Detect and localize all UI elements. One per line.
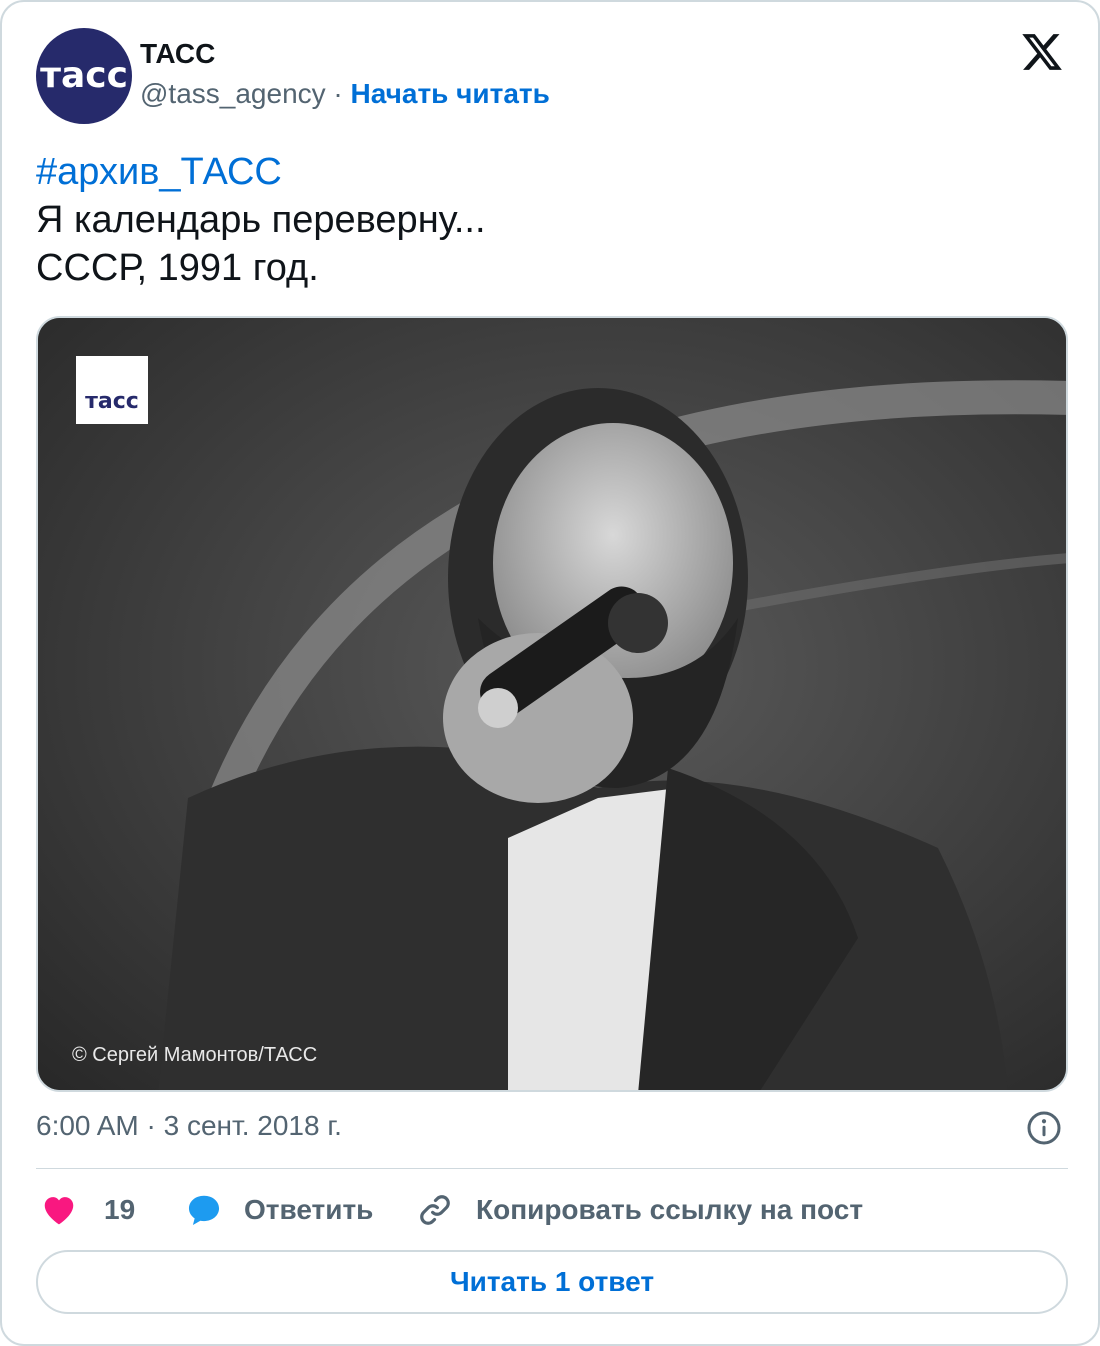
like-button[interactable]: 19 bbox=[40, 1188, 135, 1232]
tweet-photo[interactable]: тасс © Сергей Мамонтов/ТАСС bbox=[36, 316, 1068, 1092]
separator-dot: · bbox=[333, 78, 343, 109]
tweet-text: #архив_ТАСС Я календарь переверну... ССС… bbox=[36, 148, 1066, 292]
follow-link[interactable]: Начать читать bbox=[351, 78, 550, 109]
tass-watermark-text: тасс bbox=[85, 389, 139, 414]
reply-button[interactable]: Ответить bbox=[184, 1188, 373, 1232]
photo-image bbox=[38, 318, 1066, 1090]
author-name[interactable]: ТАСС bbox=[140, 38, 215, 70]
read-replies-label: Читать 1 ответ bbox=[449, 1266, 655, 1297]
heart-icon bbox=[44, 1197, 74, 1225]
copy-link-button[interactable]: Копировать ссылку на пост bbox=[416, 1188, 863, 1232]
speech-bubble-icon bbox=[188, 1195, 220, 1226]
tweet-line-1: Я календарь переверну... bbox=[36, 199, 486, 241]
tweet-line-2: СССР, 1991 год. bbox=[36, 247, 319, 289]
info-icon[interactable] bbox=[1026, 1110, 1062, 1146]
hashtag-link[interactable]: #архив_ТАСС bbox=[36, 148, 1066, 196]
tweet-timestamp[interactable]: 6:00 AM · 3 сент. 2018 г. bbox=[36, 1110, 342, 1142]
copy-link-label: Копировать ссылку на пост bbox=[476, 1194, 864, 1225]
like-count: 19 bbox=[104, 1194, 136, 1225]
avatar-logo-text: тасс bbox=[40, 55, 128, 96]
divider bbox=[36, 1168, 1068, 1169]
link-icon bbox=[420, 1195, 450, 1225]
author-handle[interactable]: @tass_agency bbox=[140, 78, 326, 109]
tass-watermark-logo: тасс bbox=[76, 356, 148, 424]
photo-credit: © Сергей Мамонтов/ТАСС bbox=[72, 1044, 318, 1066]
author-handle-line: @tass_agency · Начать читать bbox=[140, 78, 550, 110]
read-replies-button[interactable]: Читать 1 ответ bbox=[36, 1250, 1068, 1314]
x-logo-icon[interactable] bbox=[1019, 30, 1065, 74]
tweet-embed-card: тасс ТАСС @tass_agency · Начать читать #… bbox=[0, 0, 1100, 1346]
tweet-actions: 19 Ответить Копировать ссылку на пост bbox=[36, 1188, 1068, 1232]
author-avatar[interactable]: тасс bbox=[36, 28, 132, 124]
reply-label: Ответить bbox=[244, 1194, 374, 1225]
